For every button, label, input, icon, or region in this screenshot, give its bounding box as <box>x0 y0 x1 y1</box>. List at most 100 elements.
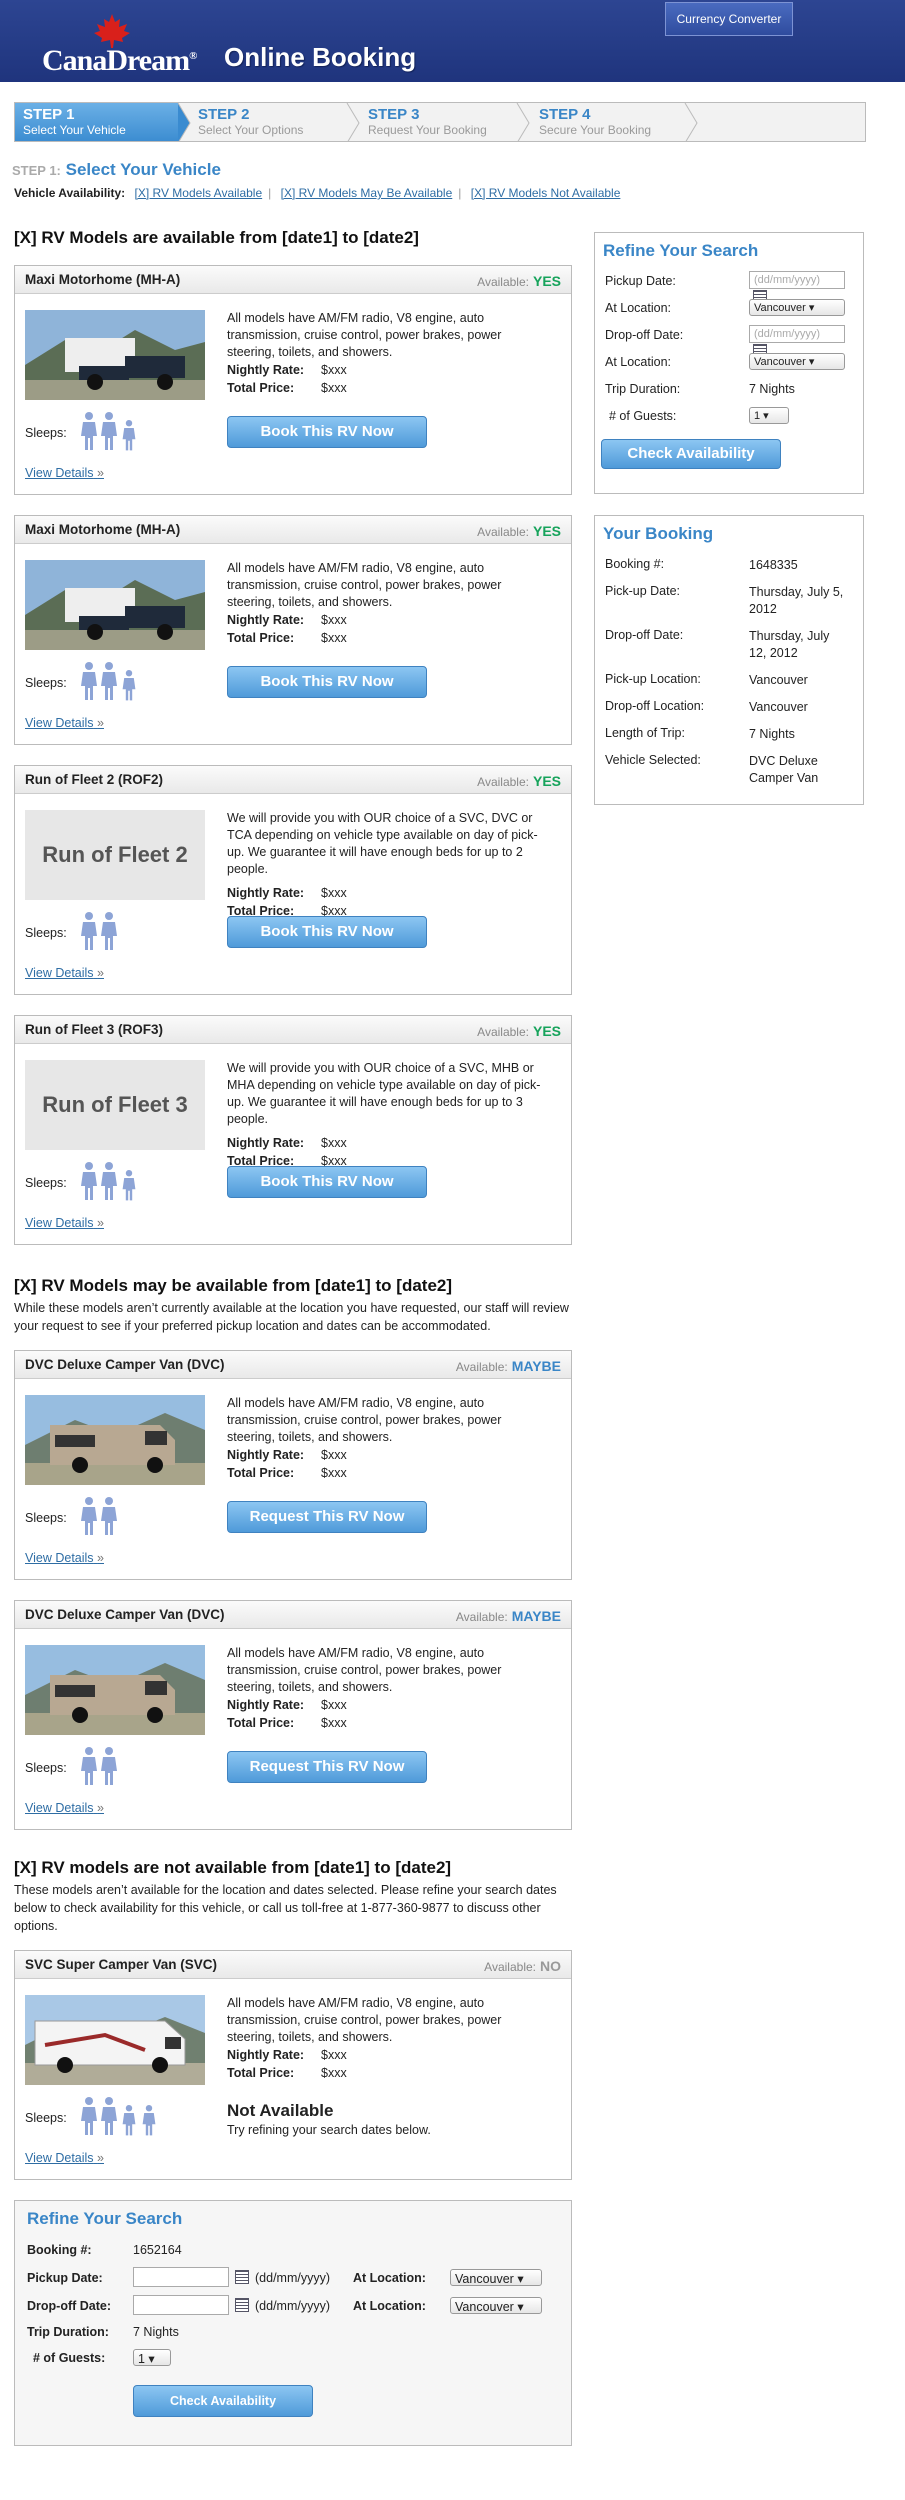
vehicle-description: All models have AM/FM radio, V8 engine, … <box>227 1646 502 1694</box>
vehicle-photo[interactable] <box>25 1395 205 1485</box>
guests-label: # of Guests: <box>33 2351 106 2365</box>
view-details-link[interactable]: View Details » <box>25 1801 104 1815</box>
view-details-link[interactable]: View Details » <box>25 966 104 980</box>
request-rv-button[interactable]: Request This RV Now <box>227 1501 427 1533</box>
vehicle-name: Run of Fleet 2 (ROF2) <box>25 772 163 787</box>
canadream-logo[interactable]: CanaDream® <box>42 14 202 77</box>
vehicle-description: All models have AM/FM radio, V8 engine, … <box>227 1396 502 1444</box>
total-price: $xxx <box>321 631 347 645</box>
page-title: Online Booking <box>224 42 417 72</box>
vehicle-card: Maxi Motorhome (MH-A) Available: YES All m… <box>14 265 572 495</box>
logo-text: CanaDream® <box>42 44 197 77</box>
section-heading-not-available: [X] RV models are not available from [da… <box>14 1858 452 1877</box>
vehicle-rates: Nightly Rate: $xxx Total Price: $xxx <box>227 1136 347 1168</box>
dropoff-date-input[interactable] <box>133 2295 229 2315</box>
may-be-available-link[interactable]: [X] RV Models May Be Available <box>281 186 453 200</box>
not-available-link[interactable]: [X] RV Models Not Available <box>471 186 621 200</box>
currency-converter-button[interactable]: Currency Converter <box>665 2 793 36</box>
calendar-icon[interactable] <box>235 2298 249 2312</box>
nightly-rate: $xxx <box>321 1136 347 1150</box>
vehicle-card: Run of Fleet 2 (ROF2) Available: YES Run o… <box>14 765 572 995</box>
vehicle-photo[interactable] <box>25 560 205 650</box>
dropoff-location-select[interactable]: Vancouver ▾ <box>749 353 845 370</box>
sleeps-label: Sleeps: <box>25 2111 67 2125</box>
book-rv-button[interactable]: Book This RV Now <box>227 916 427 948</box>
book-rv-button[interactable]: Book This RV Now <box>227 416 427 448</box>
dropoff-location-label: At Location: <box>353 2299 426 2313</box>
step-chevron <box>684 103 698 141</box>
pickup-location-select[interactable]: Vancouver ▾ <box>450 2269 542 2286</box>
not-available-label: Not Available <box>227 2101 334 2120</box>
dropoff-location-select[interactable]: Vancouver ▾ <box>450 2297 542 2314</box>
view-details-link[interactable]: View Details » <box>25 1551 104 1565</box>
vehicle-rates: Nightly Rate: $xxx Total Price: $xxx <box>227 1448 347 1480</box>
check-availability-button[interactable]: Check Availability <box>601 439 781 469</box>
view-details-link[interactable]: View Details » <box>25 716 104 730</box>
vehicle-rates: Nightly Rate: $xxx Total Price: $xxx <box>227 2048 347 2080</box>
vehicle-description: We will provide you with OUR choice of a… <box>227 1061 541 1126</box>
check-availability-button[interactable]: Check Availability <box>133 2385 313 2417</box>
nightly-rate: $xxx <box>321 1698 347 1712</box>
availability-status: Available: MAYBE <box>455 1358 561 1374</box>
step-4[interactable]: STEP 4 Secure Your Booking <box>531 103 701 141</box>
vehicle-card: Run of Fleet 3 (ROF3) Available: YES Run o… <box>14 1015 572 1245</box>
book-rv-button[interactable]: Book This RV Now <box>227 1166 427 1198</box>
pickup-date-input[interactable]: (dd/mm/yyyy) <box>749 271 845 289</box>
trip-duration-label: Trip Duration: <box>27 2325 109 2339</box>
sleeps-people-icon <box>81 2097 161 2140</box>
vehicle-card-header: DVC Deluxe Camper Van (DVC) Available: MAY… <box>15 1351 571 1379</box>
vehicle-placeholder-image: Run of Fleet 2 <box>25 810 205 900</box>
availability-filter: Vehicle Availability: [X] RV Models Avai… <box>14 186 621 200</box>
dropoff-date-input[interactable]: (dd/mm/yyyy) <box>749 325 845 343</box>
booking-row: Drop-off Location: Vancouver <box>603 696 855 723</box>
available-link[interactable]: [X] RV Models Available <box>135 186 263 200</box>
calendar-icon[interactable] <box>235 2270 249 2284</box>
booking-row-label: Booking #: <box>605 557 665 571</box>
guests-select[interactable]: 1 ▾ <box>749 407 789 424</box>
dropoff-location-label: At Location: <box>605 355 672 369</box>
step-3[interactable]: STEP 3 Request Your Booking <box>360 103 525 141</box>
book-rv-button[interactable]: Book This RV Now <box>227 666 427 698</box>
booking-row: Drop-off Date: Thursday, July 12, 2012 <box>603 625 855 669</box>
step-1[interactable]: STEP 1 Select Your Vehicle <box>15 103 178 141</box>
vehicle-photo[interactable] <box>25 1645 205 1735</box>
guests-select[interactable]: 1 ▾ <box>133 2349 171 2366</box>
vehicle-photo[interactable] <box>25 310 205 400</box>
view-details-link[interactable]: View Details » <box>25 1216 104 1230</box>
booking-row-value: 1648335 <box>749 558 798 572</box>
date-format-hint: (dd/mm/yyyy) <box>255 2271 330 2285</box>
nightly-rate: $xxx <box>321 613 347 627</box>
vehicle-description: All models have AM/FM radio, V8 engine, … <box>227 1996 502 2044</box>
vehicle-card: DVC Deluxe Camper Van (DVC) Available: MAY… <box>14 1600 572 1830</box>
pickup-date-input[interactable] <box>133 2267 229 2287</box>
booking-row-label: Length of Trip: <box>605 726 685 740</box>
guests-label: # of Guests: <box>609 409 677 423</box>
bottom-refine-search: Refine Your Search Booking #: 1652164 Pi… <box>14 2200 572 2446</box>
section-heading-maybe: [X] RV Models may be available from [dat… <box>14 1276 453 1295</box>
refine-search-panel: Refine Your Search Pickup Date: (dd/mm/yy… <box>594 232 864 494</box>
total-price: $xxx <box>321 1716 347 1730</box>
booking-row-value: Vancouver <box>749 700 808 714</box>
booking-row-value: DVC Deluxe Camper Van <box>749 754 819 785</box>
total-price: $xxx <box>321 1466 347 1480</box>
view-details-link[interactable]: View Details » <box>25 2151 104 2165</box>
request-rv-button[interactable]: Request This RV Now <box>227 1751 427 1783</box>
vehicle-card-header: Maxi Motorhome (MH-A) Available: YES <box>15 516 571 544</box>
nightly-rate: $xxx <box>321 886 347 900</box>
vehicle-name: Maxi Motorhome (MH-A) <box>25 522 181 537</box>
availability-status: Available: YES <box>477 773 561 789</box>
your-booking-title: Your Booking <box>603 524 714 543</box>
step-2[interactable]: STEP 2 Select Your Options <box>190 103 350 141</box>
vehicle-photo[interactable] <box>25 1995 205 2085</box>
nightly-rate: $xxx <box>321 363 347 377</box>
booking-row-value: Thursday, July 5, 2012 <box>749 585 844 616</box>
availability-status: Available: YES <box>477 523 561 539</box>
view-details-link[interactable]: View Details » <box>25 466 104 480</box>
vehicle-name: Maxi Motorhome (MH-A) <box>25 272 181 287</box>
vehicle-card: Maxi Motorhome (MH-A) Available: YES All m… <box>14 515 572 745</box>
vehicle-card-header: SVC Super Camper Van (SVC) Available: NO <box>15 1951 571 1979</box>
pickup-location-select[interactable]: Vancouver ▾ <box>749 299 845 316</box>
booking-row: Pick-up Date: Thursday, July 5, 2012 <box>603 581 855 625</box>
sleeps-people-icon <box>81 912 121 955</box>
vehicle-name: SVC Super Camper Van (SVC) <box>25 1957 218 1972</box>
